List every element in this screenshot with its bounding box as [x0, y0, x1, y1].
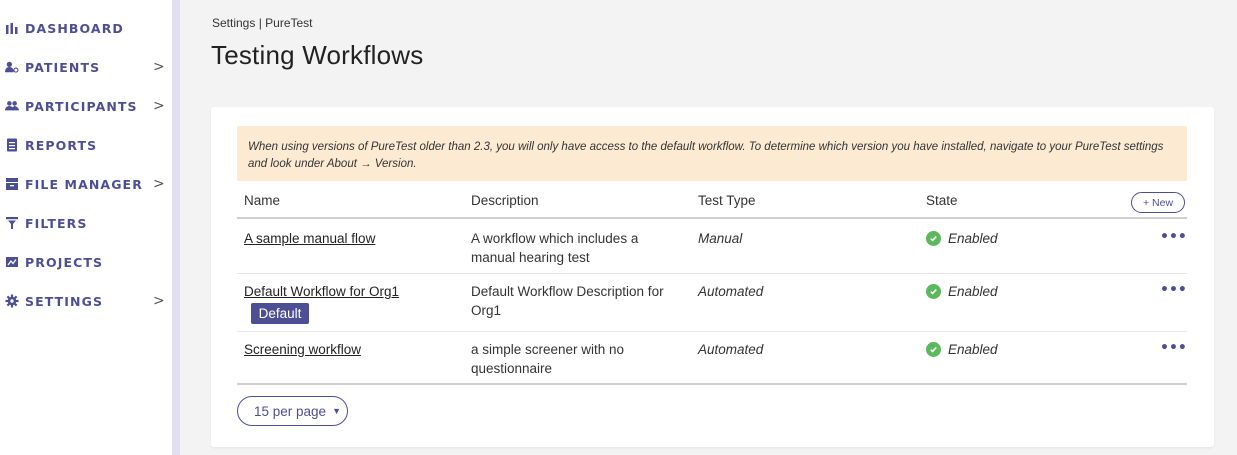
- filter-icon: [4, 215, 20, 231]
- sidebar-item-label: PARTICIPANTS: [25, 98, 138, 114]
- report-icon: [4, 137, 20, 153]
- sidebar: DASHBOARD PATIENTS > PARTICIPANTS > REPO…: [0, 0, 172, 455]
- sidebar-item-label: FILTERS: [25, 215, 88, 231]
- column-header-state[interactable]: State: [926, 193, 958, 208]
- workflow-state: Enabled: [926, 229, 998, 248]
- workflow-name-link[interactable]: A sample manual flow: [244, 229, 375, 248]
- sidebar-item-settings[interactable]: SETTINGS >: [0, 289, 172, 313]
- sidebar-item-file-manager[interactable]: FILE MANAGER >: [0, 172, 172, 196]
- workflow-state-label: Enabled: [948, 342, 998, 357]
- per-page-select[interactable]: 15 per page ▼: [237, 396, 348, 426]
- sidebar-item-dashboard[interactable]: DASHBOARD: [0, 16, 172, 40]
- workflow-description: Default Workflow Description for Org1: [471, 284, 664, 318]
- column-header-name[interactable]: Name: [244, 193, 280, 208]
- patient-icon: [4, 59, 20, 75]
- workflow-test-type: Manual: [698, 231, 743, 246]
- workflow-state: Enabled: [926, 340, 998, 359]
- projects-icon: [4, 254, 20, 270]
- sidebar-item-projects[interactable]: PROJECTS: [0, 250, 172, 274]
- sidebar-item-reports[interactable]: REPORTS: [0, 133, 172, 157]
- breadcrumb: Settings | PureTest: [212, 16, 313, 30]
- row-divider: [237, 331, 1187, 332]
- chevron-right-icon[interactable]: >: [153, 293, 165, 309]
- workflow-name-link[interactable]: Default Workflow for Org1: [244, 282, 399, 301]
- sidebar-divider: [172, 0, 180, 455]
- row-actions-more-icon[interactable]: •••: [1160, 229, 1187, 245]
- default-badge: Default: [251, 303, 309, 324]
- page-title: Testing Workflows: [211, 40, 424, 70]
- column-header-test-type[interactable]: Test Type: [698, 193, 756, 208]
- check-circle-icon: [926, 342, 941, 357]
- bar-chart-icon: [4, 20, 20, 36]
- sidebar-item-patients[interactable]: PATIENTS >: [0, 55, 172, 79]
- sidebar-item-label: PROJECTS: [25, 254, 104, 270]
- workflow-test-type: Automated: [698, 342, 764, 357]
- column-header-description[interactable]: Description: [471, 193, 539, 208]
- sidebar-item-label: FILE MANAGER: [25, 176, 143, 192]
- chevron-right-icon[interactable]: >: [153, 59, 165, 75]
- sidebar-item-label: SETTINGS: [25, 293, 104, 309]
- workflow-name-link[interactable]: Screening workflow: [244, 340, 361, 359]
- row-actions-more-icon[interactable]: •••: [1160, 282, 1187, 298]
- participants-icon: [4, 98, 20, 114]
- workflow-state-label: Enabled: [948, 231, 998, 246]
- workflow-description: A workflow which includes a manual heari…: [471, 231, 639, 265]
- workflow-state-label: Enabled: [948, 284, 998, 299]
- gear-icon: [4, 293, 20, 309]
- version-notice: When using versions of PureTest older th…: [237, 126, 1187, 181]
- workflow-state: Enabled: [926, 282, 998, 301]
- file-manager-icon: [4, 176, 20, 192]
- sidebar-item-label: DASHBOARD: [25, 20, 124, 36]
- table-bottom-divider: [237, 383, 1187, 385]
- sidebar-item-participants[interactable]: PARTICIPANTS >: [0, 94, 172, 118]
- sidebar-item-filters[interactable]: FILTERS: [0, 211, 172, 235]
- row-divider: [237, 273, 1187, 274]
- check-circle-icon: [926, 231, 941, 246]
- check-circle-icon: [926, 284, 941, 299]
- workflow-description: a simple screener with no questionnaire: [471, 342, 625, 376]
- table-header-divider: [237, 217, 1187, 219]
- caret-down-icon: ▼: [332, 406, 341, 416]
- chevron-right-icon[interactable]: >: [153, 98, 165, 114]
- per-page-label: 15 per page: [254, 403, 327, 419]
- sidebar-item-label: REPORTS: [25, 137, 98, 153]
- workflow-test-type: Automated: [698, 284, 764, 299]
- row-actions-more-icon[interactable]: •••: [1160, 340, 1187, 356]
- sidebar-item-label: PATIENTS: [25, 59, 101, 75]
- new-workflow-button[interactable]: + New: [1131, 192, 1185, 213]
- chevron-right-icon[interactable]: >: [153, 176, 165, 192]
